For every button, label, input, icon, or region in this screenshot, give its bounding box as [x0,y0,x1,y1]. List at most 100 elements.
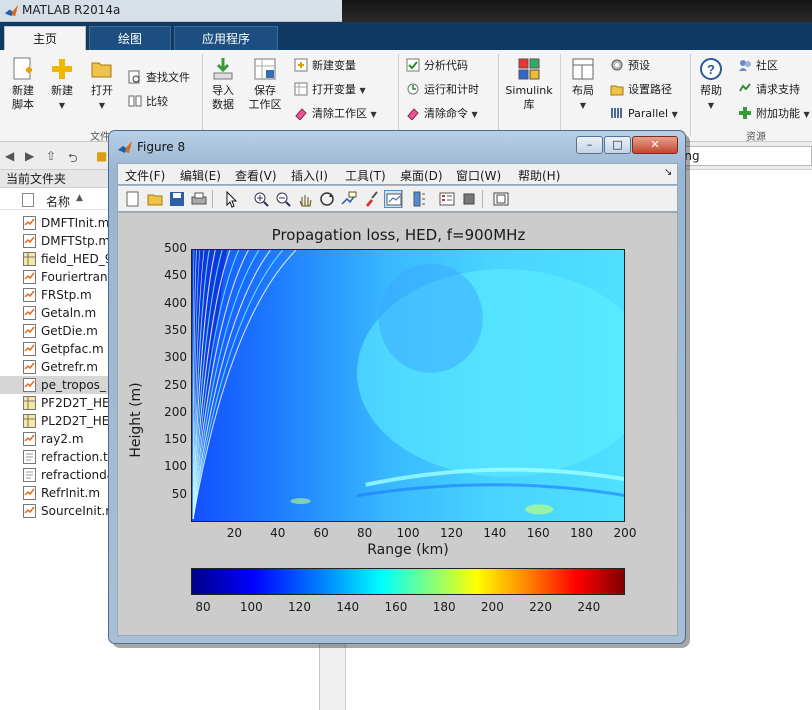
zoom-out-tool-button[interactable] [274,190,292,208]
colorbar-tick-label: 240 [577,600,601,614]
add-ons-icon [739,107,751,119]
layout-button[interactable]: 布局 ▼ [566,56,600,113]
link-plot-icon [386,193,402,206]
clear-workspace-button[interactable]: 清除工作区 ▼ [294,104,377,124]
gear-icon [611,59,623,71]
request-support-button[interactable]: 请求支持 [738,80,800,100]
y-tick-label: 350 [164,322,187,337]
new-button[interactable]: 新建 ▼ [44,56,80,113]
maximize-button[interactable]: □ [604,136,631,154]
run-and-time-button[interactable]: 运行和计时 [406,80,479,100]
x-tick-label: 200 [613,526,637,540]
open-file-tool-button[interactable] [146,190,164,208]
m-file-icon [23,486,36,500]
community-button[interactable]: 社区 [738,56,778,76]
figure-matlab-logo-icon [118,141,132,153]
new-script-button[interactable]: 新建 脚本 [6,56,40,112]
help-dropdown-icon: ▼ [707,101,715,110]
tab-apps[interactable]: 应用程序 [174,26,278,50]
file-name: refraction.t [41,450,108,464]
find-files-label: 查找文件 [146,71,190,84]
set-path-button[interactable]: 设置路径 [610,80,672,100]
help-icon: ? [700,58,722,80]
new-variable-button[interactable]: 新建变量 [294,56,356,76]
save-tool-button[interactable] [168,190,186,208]
compare-button[interactable]: 比较 [128,92,168,112]
ribbon-separator [398,54,399,136]
analyze-code-button[interactable]: 分析代码 [406,56,468,76]
m-file-icon [23,306,36,320]
figure-toolbar [117,186,678,212]
parallel-button[interactable]: Parallel ▼ [610,104,678,124]
add-ons-button[interactable]: 附加功能 ▼ [738,104,810,124]
text-file-icon [23,450,36,464]
file-name: GetDie.m [41,324,98,338]
simulink-library-button[interactable]: Simulink 库 [504,56,554,112]
folder-icon: ■ [96,149,108,163]
minimize-button[interactable]: – [576,136,603,154]
x-tick-label: 60 [313,526,329,540]
menu-file[interactable]: 文件(F) [125,167,165,184]
x-tick-label: 160 [526,526,550,540]
colorbar[interactable] [191,568,625,595]
menu-view[interactable]: 查看(V) [235,167,277,184]
forward-icon[interactable]: ▶ [25,149,34,163]
eraser-icon [295,108,307,120]
zoom-in-tool-button[interactable] [252,190,270,208]
plot-title: Propagation loss, HED, f=900MHz [271,226,526,244]
compare-icon [128,95,142,107]
import-data-button[interactable]: 导入 数据 [206,56,240,112]
back-icon[interactable]: ◀ [5,149,14,163]
clear-commands-button[interactable]: 清除命令 ▼ [406,104,478,124]
fig-file-icon [23,252,36,266]
heatmap-plot-area[interactable] [191,249,625,522]
colorbar-tick-label: 100 [239,600,263,614]
up-folder-icon[interactable]: ⇧ [46,149,56,163]
show-plot-tools-tool-button[interactable] [492,190,510,208]
brush-tool-button[interactable] [362,190,380,208]
colorbar-tick-label: 200 [480,600,504,614]
open-button[interactable]: 打开 ▼ [84,56,120,113]
tab-plots[interactable]: 绘图 [89,26,171,50]
add-ons-dropdown-icon: ▼ [803,110,810,119]
name-column-header[interactable]: 名称 [46,193,70,210]
preferences-label: 预设 [628,59,650,72]
pan-tool-button[interactable] [296,190,314,208]
data-cursor-icon [341,191,357,205]
menu-insert[interactable]: 插入(I) [291,167,328,184]
menu-window[interactable]: 窗口(W) [456,167,501,184]
hide-plot-tools-tool-button[interactable] [460,190,478,208]
file-name: DMFTInit.m [41,216,110,230]
find-files-button[interactable]: 查找文件 [128,68,190,88]
x-tick-label: 80 [356,526,373,540]
request-support-icon [739,83,751,92]
run-and-time-icon [407,83,419,95]
print-tool-button[interactable] [190,190,208,208]
current-folder-path[interactable]: ing [676,146,812,166]
legend-tool-button[interactable] [438,190,456,208]
colorbar-tool-button[interactable] [410,190,428,208]
data-cursor-tool-button[interactable] [340,190,358,208]
open-variable-button[interactable]: 打开变量 ▼ [294,80,366,100]
link-plot-tool-button[interactable] [384,190,402,208]
menu-desktop[interactable]: 桌面(D) [400,167,443,184]
header-checkbox[interactable] [22,193,34,207]
menubar-dock-icon[interactable]: ↘ [664,167,672,178]
rotate-tool-button[interactable] [318,190,336,208]
m-file-icon [23,234,36,248]
zoom-in-icon [254,192,269,207]
menu-help[interactable]: 帮助(H) [518,167,560,184]
heatmap-svg [192,250,624,521]
menu-edit[interactable]: 编辑(E) [180,167,221,184]
menu-tools[interactable]: 工具(T) [345,167,386,184]
save-workspace-button[interactable]: 保存 工作区 [246,56,284,112]
browse-folder-icon[interactable]: ⮌ [68,149,78,170]
file-name: PF2D2T_HE [41,396,110,410]
tab-home[interactable]: 主页 [4,26,86,50]
pointer-tool-button[interactable] [222,190,240,208]
surface-hotspot [525,504,554,515]
preferences-button[interactable]: 预设 [610,56,650,76]
help-button[interactable]: ? 帮助 ▼ [696,56,726,113]
close-button[interactable]: ✕ [632,136,678,154]
new-figure-tool-button[interactable] [124,190,142,208]
